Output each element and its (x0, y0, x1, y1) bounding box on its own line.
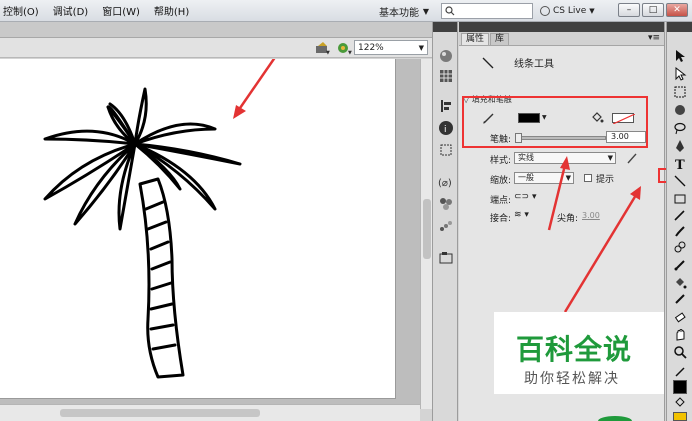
pencil-tool-icon[interactable] (673, 208, 687, 222)
rectangle-tool-icon[interactable] (673, 192, 687, 206)
subselection-tool-icon[interactable] (673, 67, 687, 81)
fill-color-tool-icon[interactable] (673, 396, 687, 410)
flash-window: 控制(O) 调试(D) 窗口(W) 帮助(H) 基本功能 ▼ CS Live ▼… (0, 0, 692, 421)
watermark-title: 百科全说 (516, 333, 633, 366)
bone-tool-icon[interactable] (673, 258, 687, 272)
svg-text:T: T (675, 158, 685, 170)
free-transform-tool-icon[interactable] (673, 85, 687, 99)
tools-panel: T (666, 22, 692, 421)
eyedropper-tool-icon[interactable] (673, 292, 687, 306)
stroke-color-tool-icon[interactable] (673, 365, 687, 379)
paint-bucket-tool-icon[interactable] (673, 276, 687, 290)
watermark-panel: 百科全说 助你轻松解决 (494, 312, 664, 394)
zoom-tool-icon[interactable] (673, 345, 687, 359)
watermark-subtitle: 助你轻松解决 (524, 371, 620, 387)
3d-rotation-tool-icon[interactable] (673, 103, 687, 117)
eraser-tool-icon[interactable] (673, 310, 687, 324)
pen-tool-icon[interactable] (673, 139, 687, 153)
line-tool-icon[interactable] (673, 174, 687, 188)
deco-tool-icon[interactable] (673, 240, 687, 254)
stroke-color-chip[interactable] (673, 380, 687, 394)
tools-collapse-bar[interactable] (667, 22, 692, 32)
watermark-logo-icon (598, 416, 632, 421)
lasso-tool-icon[interactable] (673, 121, 687, 135)
text-tool-icon[interactable]: T (673, 156, 687, 170)
fill-color-chip[interactable] (673, 412, 687, 421)
hand-tool-icon[interactable] (673, 328, 687, 342)
selection-tool-icon[interactable] (673, 49, 687, 63)
brush-tool-icon[interactable] (673, 224, 687, 238)
